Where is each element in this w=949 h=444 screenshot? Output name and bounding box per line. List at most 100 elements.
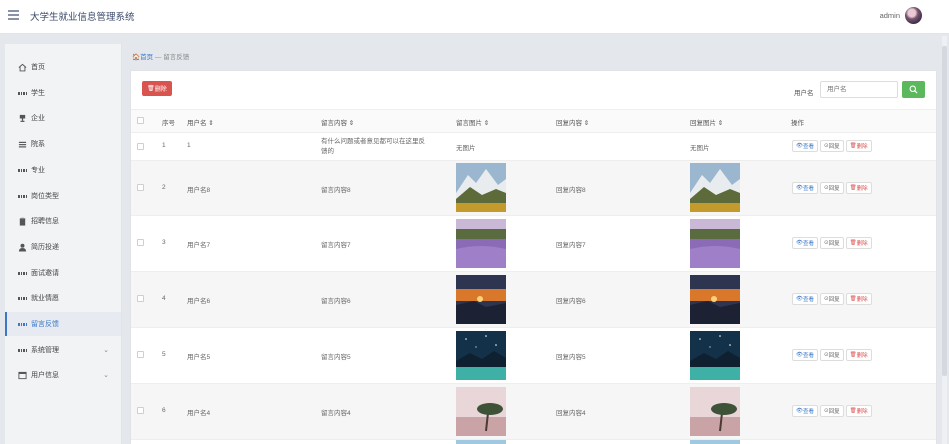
sidebar-item-userinfo[interactable]: 用户信息 ⌄ [5,363,121,387]
table-row: 6 用户名4 留言内容4 回复内容4 👁 查看 ⊙ 回复 🗑 删除 [131,384,936,440]
sidebar-item-label: 企业 [31,115,45,122]
home-icon [18,63,27,72]
sidebar-item-recruitment[interactable]: 招聘信息 [5,209,121,233]
grid-icon [18,192,27,201]
breadcrumb-home[interactable]: 🏠首页 [132,54,153,61]
starry-lake-thumbnail[interactable] [690,331,740,380]
sidebar-item-home[interactable]: 首页 [5,55,121,79]
row-content: 有什么问题或者意见都可以在这里反馈的 [321,138,425,155]
next-row-thumbnail [690,440,740,444]
table-row: 4 用户名6 留言内容6 回复内容6 👁 查看 ⊙ 回复 🗑 删除 [131,272,936,328]
header-reply-image[interactable]: 回复图片 ⇕ [690,117,723,127]
row-index: 1 [162,142,166,149]
select-all-checkbox[interactable] [137,117,144,124]
clipboard-icon [18,217,27,226]
reply-button[interactable]: ⊙ 回复 [820,405,844,417]
sidebar-item-majors[interactable]: 专业 [5,158,121,182]
header-content[interactable]: 留言内容 ⇕ [321,117,354,127]
delete-button[interactable]: 🗑 删除 [845,293,872,305]
view-button[interactable]: 👁 查看 [792,405,818,417]
sidebar-item-system[interactable]: 系统管理 ⌄ [5,338,121,362]
delete-button[interactable]: 🗑 删除 [845,182,872,194]
row-index: 5 [162,351,166,358]
delete-button[interactable]: 🗑 删除 [845,405,872,417]
search-button[interactable] [902,81,925,98]
delete-button[interactable]: 🗑 删除 [845,237,872,249]
header-username[interactable]: 用户名 ⇕ [187,117,214,127]
row-content: 留言内容5 [321,354,351,361]
row-actions: 👁 查看 ⊙ 回复 🗑 删除 [792,349,872,361]
view-button[interactable]: 👁 查看 [792,182,818,194]
row-reply: 回复内容7 [556,242,586,249]
view-button[interactable]: 👁 查看 [792,237,818,249]
sidebar-item-job-types[interactable]: 岗位类型 [5,184,121,208]
header-image[interactable]: 留言图片 ⇕ [456,117,489,127]
list-icon [18,140,27,149]
next-row-thumbnail [456,440,506,444]
reply-button[interactable]: ⊙ 回复 [820,349,844,361]
row-checkbox[interactable] [137,184,144,191]
breadcrumb-current: 留言反馈 [163,54,190,61]
sidebar-item-label: 面试邀请 [31,270,59,277]
row-checkbox[interactable] [137,143,144,150]
row-checkbox[interactable] [137,407,144,414]
batch-delete-button[interactable]: 🗑 删除 [142,81,172,96]
table-row: 1 1 有什么问题或者意见都可以在这里反馈的 无图片 无图片 👁 查看 ⊙ 回复 🗑… [131,132,936,161]
reply-button[interactable]: ⊙ 回复 [820,182,844,194]
lavender-thumbnail[interactable] [456,219,506,268]
sidebar-item-departments[interactable]: 院系 [5,132,121,156]
view-button[interactable]: 👁 查看 [792,293,818,305]
pink-tree-thumbnail[interactable] [456,387,506,436]
delete-button[interactable]: 🗑 删除 [845,349,872,361]
page-scrollbar[interactable] [942,36,947,444]
sidebar-item-students[interactable]: 学生 [5,81,121,105]
pink-tree-thumbnail[interactable] [690,387,740,436]
row-reply-image-empty: 无图片 [690,145,710,152]
row-checkbox[interactable] [137,295,144,302]
scrollbar-thumb[interactable] [942,46,947,376]
row-username: 用户名5 [187,354,211,361]
table-header: 序号 用户名 ⇕ 留言内容 ⇕ 留言图片 ⇕ 回复内容 ⇕ 回复图片 ⇕ 操作 [131,109,936,133]
row-checkbox[interactable] [137,239,144,246]
breadcrumb-separator: — [154,54,162,61]
breadcrumb: 🏠首页 — 留言反馈 [132,51,189,61]
sidebar-item-label: 留言反馈 [31,321,59,328]
user-avatar[interactable] [905,7,922,24]
sidebar-item-interviews[interactable]: 面试邀请 [5,261,121,285]
sidebar-item-label: 专业 [31,167,45,174]
delete-button[interactable]: 🗑 删除 [845,140,872,152]
sidebar-item-companies[interactable]: 企业 [5,106,121,130]
sunset-thumbnail[interactable] [456,275,506,324]
starry-lake-thumbnail[interactable] [456,331,506,380]
search-input[interactable] [820,81,898,98]
row-content: 留言内容7 [321,242,351,249]
table-row: 5 用户名5 留言内容5 回复内容5 👁 查看 ⊙ 回复 🗑 删除 [131,328,936,384]
reply-button[interactable]: ⊙ 回复 [820,293,844,305]
sidebar-item-employment[interactable]: 就业情愿 [5,286,121,310]
lavender-thumbnail[interactable] [690,219,740,268]
row-checkbox[interactable] [137,351,144,358]
mountain-thumbnail[interactable] [690,163,740,212]
menu-toggle-icon[interactable] [8,10,19,22]
reply-button[interactable]: ⊙ 回复 [820,140,844,152]
header-index: 序号 [162,120,175,127]
mountain-thumbnail[interactable] [456,163,506,212]
reply-button[interactable]: ⊙ 回复 [820,237,844,249]
sunset-thumbnail[interactable] [690,275,740,324]
row-username: 用户名6 [187,298,211,305]
view-button[interactable]: 👁 查看 [792,140,818,152]
current-user-name[interactable]: admin [880,11,900,20]
sidebar-item-feedback[interactable]: 留言反馈 [5,312,121,336]
search-label: 用户名 [794,90,814,97]
row-username: 用户名8 [187,187,211,194]
grid-icon [18,294,27,303]
row-actions: 👁 查看 ⊙ 回复 🗑 删除 [792,405,872,417]
row-content: 留言内容4 [321,410,351,417]
header-reply[interactable]: 回复内容 ⇕ [556,117,589,127]
view-button[interactable]: 👁 查看 [792,349,818,361]
sidebar-item-label: 系统管理 [31,347,59,354]
grid-icon [18,346,27,355]
trophy-icon [18,114,27,123]
sidebar-item-label: 就业情愿 [31,295,59,302]
sidebar-item-resumes[interactable]: 简历投递 [5,235,121,259]
